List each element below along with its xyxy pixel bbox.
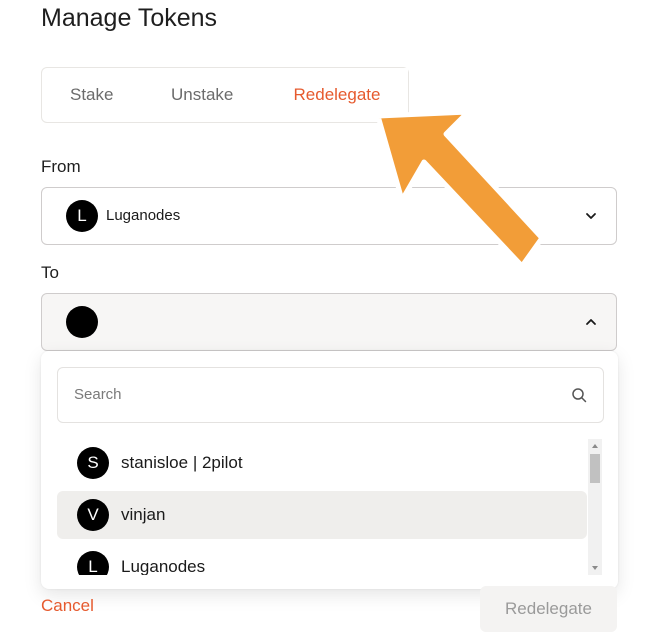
list-item[interactable]: L Luganodes bbox=[57, 543, 587, 575]
from-avatar: L bbox=[66, 200, 98, 232]
list-item[interactable]: V vinjan bbox=[57, 491, 587, 539]
search-placeholder: Search bbox=[74, 386, 122, 403]
scroll-down-icon[interactable] bbox=[588, 561, 602, 575]
tab-stake[interactable]: Stake bbox=[70, 68, 113, 122]
arrow-annotation-icon bbox=[375, 109, 545, 269]
validator-dropdown: Search S stanisloe | 2pilot V vinjan L L… bbox=[41, 351, 618, 589]
validator-name: Luganodes bbox=[121, 557, 206, 575]
search-input[interactable]: Search bbox=[57, 367, 604, 423]
validator-avatar: S bbox=[77, 447, 109, 479]
chevron-up-icon bbox=[586, 319, 596, 325]
validator-name: stanisloe | 2pilot bbox=[121, 453, 243, 472]
cancel-button[interactable]: Cancel bbox=[41, 596, 94, 616]
validator-list: S stanisloe | 2pilot V vinjan L Luganode… bbox=[57, 439, 589, 575]
list-item[interactable]: S stanisloe | 2pilot bbox=[57, 439, 587, 487]
redelegate-button[interactable]: Redelegate bbox=[480, 586, 617, 632]
tab-group: Stake Unstake Redelegate bbox=[41, 67, 409, 123]
from-label: From bbox=[41, 157, 81, 176]
tab-unstake[interactable]: Unstake bbox=[171, 68, 233, 122]
validator-name: vinjan bbox=[121, 505, 166, 524]
to-label: To bbox=[41, 263, 59, 282]
validator-avatar: V bbox=[77, 499, 109, 531]
from-validator-name: Luganodes bbox=[106, 207, 181, 224]
chevron-down-icon bbox=[586, 213, 596, 219]
to-avatar bbox=[66, 306, 98, 338]
validator-avatar: L bbox=[77, 551, 109, 575]
page-title: Manage Tokens bbox=[41, 4, 218, 32]
search-icon bbox=[572, 388, 587, 403]
list-scrollbar[interactable] bbox=[588, 439, 602, 575]
scroll-up-icon[interactable] bbox=[588, 439, 602, 453]
to-select[interactable] bbox=[41, 293, 617, 351]
scrollbar-thumb[interactable] bbox=[590, 454, 600, 483]
